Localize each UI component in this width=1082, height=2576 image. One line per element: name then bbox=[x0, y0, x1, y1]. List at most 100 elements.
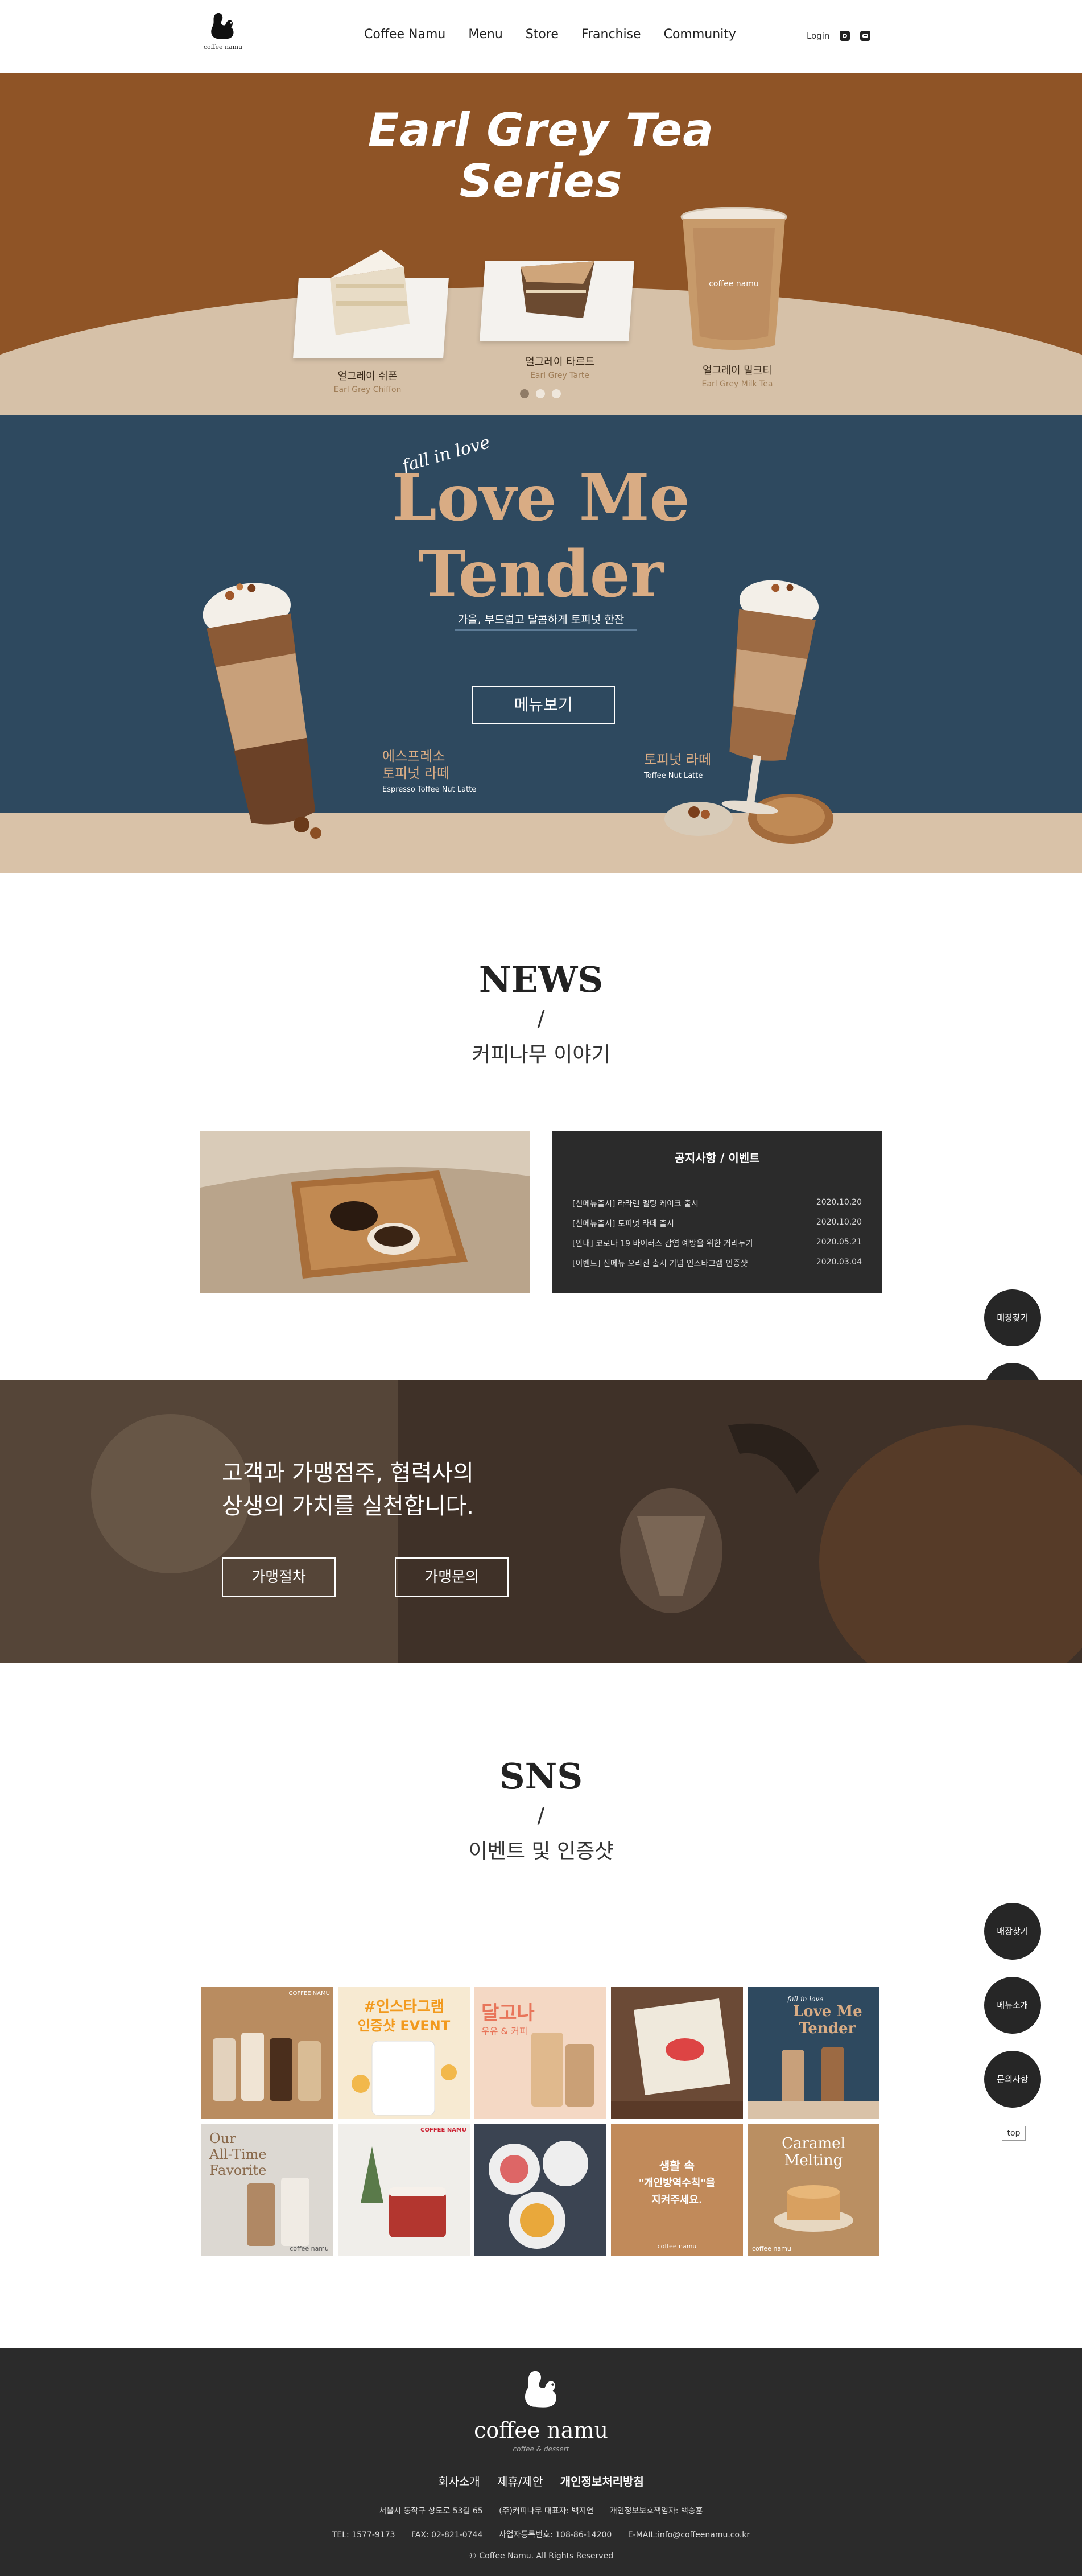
footer-link-partnership[interactable]: 제휴/제안 bbox=[497, 2475, 543, 2488]
sns-tile-2-text2: 인증샷 EVENT bbox=[357, 2018, 451, 2034]
notice-heading: 공지사항 / 이벤트 bbox=[674, 1151, 760, 1165]
sns-tile-5-text1: fall in love bbox=[787, 1995, 824, 2003]
product-tarte-ko: 얼그레이 타르트 bbox=[525, 356, 594, 368]
chat-icon[interactable] bbox=[860, 31, 871, 41]
notice-item[interactable]: [신메뉴출시] 토피넛 라떼 출시 2020.10.20 bbox=[572, 1218, 862, 1238]
footer-links: 회사소개 제휴/제안 개인정보처리방침 bbox=[0, 2472, 1082, 2489]
slider-dots bbox=[520, 389, 561, 398]
notice-item[interactable]: [안내] 코로나 19 바이러스 감염 예방을 위한 거리두기 2020.05.2… bbox=[572, 1238, 862, 1258]
sns-section-title: SNS / 이벤트 및 인증샷 bbox=[0, 1755, 1082, 1864]
view-menu-button[interactable]: 메뉴보기 bbox=[472, 686, 615, 724]
news-section-title: NEWS / 커피나무 이야기 bbox=[0, 959, 1082, 1068]
quick-menu-button-2[interactable]: 메뉴소개 bbox=[984, 1977, 1041, 2034]
logo[interactable]: coffee namu bbox=[200, 9, 246, 55]
sns-tile-1[interactable]: COFFEE NAMU bbox=[201, 1987, 333, 2119]
notice-item-date: 2020.05.21 bbox=[816, 1238, 862, 1247]
footer-tel: TEL: 1577-9173 bbox=[332, 2530, 395, 2540]
notice-item[interactable]: [신메뉴출시] 라라랜 멜팅 케이크 출시 2020.10.20 bbox=[572, 1198, 862, 1218]
drink-right-en: Toffee Nut Latte bbox=[644, 772, 703, 780]
franchise-line2: 상생의 가치를 실천합니다. bbox=[222, 1493, 474, 1519]
main-nav: Coffee Namu Menu Store Franchise Communi… bbox=[364, 27, 759, 42]
sns-tile-3[interactable]: 달고나 우유 & 커피 bbox=[474, 1987, 606, 2119]
quick-store-finder-button-2[interactable]: 매장찾기 bbox=[984, 1903, 1041, 1960]
footer-brand: coffee namu bbox=[474, 2418, 608, 2443]
franchise-inquiry-button[interactable]: 가맹문의 bbox=[395, 1557, 509, 1597]
sns-tile-10-text2: Melting bbox=[784, 2152, 843, 2169]
news-coffee-photo bbox=[200, 1131, 530, 1293]
quick-store-finder-button[interactable]: 매장찾기 bbox=[984, 1289, 1041, 1346]
product-chiffon-ko: 얼그레이 쉬폰 bbox=[337, 370, 398, 382]
notice-item-date: 2020.10.20 bbox=[816, 1218, 862, 1227]
utility-bar: Login bbox=[807, 31, 871, 41]
sns-tile-5[interactable]: fall in love Love Me Tender bbox=[748, 1987, 879, 2119]
sns-tile-6-text2: All-Time bbox=[209, 2146, 267, 2162]
product-milk-tea-ko: 얼그레이 밀크티 bbox=[703, 365, 772, 377]
card-on-table-image bbox=[611, 1998, 743, 2119]
quick-inquiry-button-2[interactable]: 문의사항 bbox=[984, 2051, 1041, 2108]
site-header: coffee namu Coffee Namu Menu Store Franc… bbox=[0, 0, 1082, 73]
notice-item-title[interactable]: [신메뉴출시] 라라랜 멜팅 케이크 출시 bbox=[572, 1198, 699, 1218]
news-title: NEWS bbox=[478, 959, 604, 1000]
drink-right-label: 토피넛 라떼 Toffee Nut Latte bbox=[644, 751, 711, 780]
franchise-line1: 고객과 가맹점주, 협력사의 bbox=[222, 1460, 474, 1486]
notice-item-date: 2020.03.04 bbox=[816, 1258, 862, 1267]
top-button-2[interactable]: top bbox=[1002, 2126, 1026, 2141]
product-milk-tea-en: Earl Grey Milk Tea bbox=[701, 380, 773, 389]
footer-tagline: coffee & dessert bbox=[513, 2445, 569, 2453]
notice-item[interactable]: [이벤트] 신메뉴 오리진 출시 기념 인스타그램 인증샷 2020.03.04 bbox=[572, 1258, 862, 1277]
slider-dot-1[interactable] bbox=[520, 389, 529, 398]
nav-community[interactable]: Community bbox=[664, 27, 736, 42]
tarte-image bbox=[521, 261, 594, 318]
hero-title-line2: Series bbox=[459, 155, 623, 208]
sns-tile-4[interactable] bbox=[611, 1987, 743, 2119]
nav-franchise[interactable]: Franchise bbox=[581, 27, 641, 42]
cup-brand-text: coffee namu bbox=[709, 279, 759, 288]
slider-dot-2[interactable] bbox=[536, 389, 545, 398]
sns-tile-5-text2: Love Me bbox=[793, 2003, 862, 2020]
sns-slash: / bbox=[537, 1803, 545, 1828]
drink-right-ko: 토피넛 라떼 bbox=[644, 752, 712, 768]
sns-tile-5-text3: Tender bbox=[799, 2020, 856, 2037]
product-milk-tea: 얼그레이 밀크티 Earl Grey Milk Tea bbox=[669, 362, 806, 389]
login-link[interactable]: Login bbox=[807, 31, 829, 41]
hero2-title-line2: Tender bbox=[418, 537, 664, 612]
site-footer: coffee namu coffee & dessert 회사소개 제휴/제안 … bbox=[0, 2348, 1082, 2576]
notice-item-title[interactable]: [이벤트] 신메뉴 오리진 출시 기념 인스타그램 인증샷 bbox=[572, 1258, 748, 1277]
drink-left-ko2: 토피넛 라떼 bbox=[382, 765, 450, 781]
hero2-floor bbox=[0, 813, 1082, 873]
instagram-icon[interactable] bbox=[840, 31, 850, 41]
sns-tile-10-text3: coffee namu bbox=[752, 2245, 791, 2252]
sns-tile-9-text3: 지켜주세요. bbox=[651, 2194, 703, 2206]
hero2-title-line1: Love Me bbox=[391, 461, 690, 535]
slider-dot-3[interactable] bbox=[552, 389, 561, 398]
sns-tile-9[interactable]: 생활 속 "개인방역수칙"을 지켜주세요. coffee namu bbox=[611, 2124, 743, 2256]
franchise-message: 고객과 가맹점주, 협력사의 상생의 가치를 실천합니다. bbox=[222, 1457, 474, 1523]
nav-menu[interactable]: Menu bbox=[468, 27, 502, 42]
hero-title: Earl Grey Tea Series bbox=[0, 105, 1082, 207]
sns-subtitle: 이벤트 및 인증샷 bbox=[468, 1840, 614, 1863]
sns-tile-2[interactable]: #인스타그램 인증샷 EVENT bbox=[338, 1987, 470, 2119]
sns-tile-7[interactable]: COFFEE NAMU bbox=[338, 2124, 470, 2256]
notice-item-title[interactable]: [안내] 코로나 19 바이러스 감염 예방을 위한 거리두기 bbox=[572, 1238, 753, 1258]
hero2-subtitle: 가을, 부드럽고 달콤하게 토피넛 한잔 bbox=[457, 613, 625, 626]
notice-board: 공지사항 / 이벤트 [신메뉴출시] 라라랜 멜팅 케이크 출시 2020.10.… bbox=[552, 1131, 882, 1293]
product-chiffon-en: Earl Grey Chiffon bbox=[333, 385, 402, 394]
product-tarte: 얼그레이 타르트 Earl Grey Tarte bbox=[492, 354, 628, 380]
footer-contact: TEL: 1577-9173 FAX: 02-821-0744 사업자등록번호:… bbox=[0, 2529, 1082, 2540]
nav-store[interactable]: Store bbox=[526, 27, 559, 42]
notice-item-title[interactable]: [신메뉴출시] 토피넛 라떼 출시 bbox=[572, 1218, 674, 1238]
footer-address-ceo: (주)커피나무 대표자: 백지연 bbox=[499, 2507, 594, 2516]
logo-text: coffee namu bbox=[203, 43, 243, 51]
sns-tile-10[interactable]: Caramel Melting coffee namu bbox=[748, 2124, 879, 2256]
footer-email[interactable]: E-MAIL:info@coffeenamu.co.kr bbox=[628, 2530, 750, 2540]
nav-coffee-namu[interactable]: Coffee Namu bbox=[364, 27, 445, 42]
footer-link-company[interactable]: 회사소개 bbox=[438, 2475, 480, 2488]
sns-tile-6-text3: Favorite bbox=[209, 2162, 267, 2178]
franchise-banner: 고객과 가맹점주, 협력사의 상생의 가치를 실천합니다. 가맹절차 가맹문의 bbox=[0, 1380, 1082, 1663]
sns-tile-6[interactable]: Our All-Time Favorite coffee namu bbox=[201, 2124, 333, 2256]
footer-link-privacy[interactable]: 개인정보처리방침 bbox=[560, 2475, 644, 2488]
sns-tile-8[interactable] bbox=[474, 2124, 606, 2256]
desserts-plates-image bbox=[489, 2141, 588, 2249]
franchise-procedure-button[interactable]: 가맹절차 bbox=[222, 1557, 336, 1597]
news-slash: / bbox=[537, 1006, 545, 1031]
